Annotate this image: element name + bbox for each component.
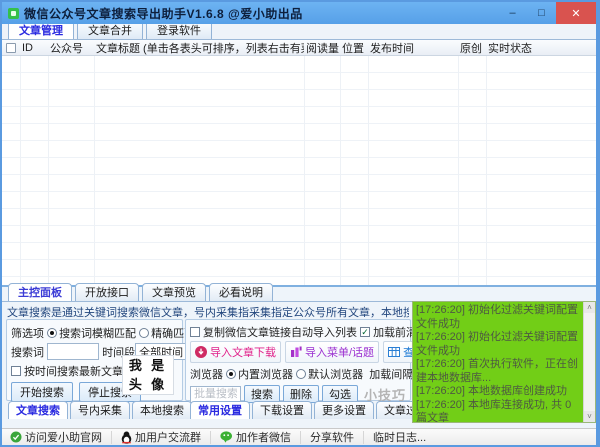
- share-software-link[interactable]: 分享软件: [301, 430, 364, 444]
- column-title[interactable]: 文章标题 (单击各表头可排序，列表右击有菜单): [94, 40, 304, 56]
- log-line: [17:26:20] 初始化过滤关键词配置文件成功: [416, 331, 578, 357]
- article-table-header: ID 公众号 文章标题 (单击各表头可排序，列表右击有菜单) 阅读量 位置 发布…: [2, 40, 596, 56]
- download-icon: [195, 346, 207, 358]
- log-lines: [17:26:20] 初始化过滤关键词配置文件成功 [17:26:20] 初始化…: [413, 302, 583, 422]
- status-bar: 访问爱小助官网 加用户交流群 加作者微信 分享软件 临时日志...: [2, 428, 596, 445]
- window-title: 微信公众号文章搜索导出助手V1.6.8 @爱小助出品: [24, 6, 303, 21]
- clear-before-load-checkbox[interactable]: ✓: [360, 326, 371, 337]
- search-groupbox: 筛选项 搜索词模糊匹配 精确匹配 两者区别 搜索词 时间段 全部时间 ∨ 按时间…: [6, 319, 242, 402]
- builtin-browser-label: 内置浏览器: [238, 368, 294, 381]
- temp-log-button[interactable]: 临时日志...: [364, 431, 435, 444]
- column-publish-time[interactable]: 发布时间: [368, 40, 458, 56]
- log-line: [17:26:20] 本地数据库创建成功: [416, 385, 567, 397]
- titlebar: 微信公众号文章搜索导出助手V1.6.8 @爱小助出品 – □ ✕: [2, 2, 596, 24]
- check-circle-icon: [10, 431, 22, 443]
- maximize-button[interactable]: □: [527, 2, 556, 24]
- column-account[interactable]: 公众号: [48, 40, 94, 56]
- tab-article-merge[interactable]: 文章合并: [77, 24, 143, 39]
- tab-article-preview[interactable]: 文章预览: [142, 283, 206, 301]
- select-all-checkbox[interactable]: [6, 42, 16, 53]
- scroll-down-icon[interactable]: ˅: [584, 411, 595, 422]
- menu-topic-icon: [290, 346, 302, 358]
- tab-local-search[interactable]: 本地搜索: [132, 401, 192, 419]
- search-mode-tab-bar: 文章搜索 号内采集 本地搜索: [8, 401, 194, 419]
- tab-download-settings[interactable]: 下载设置: [252, 401, 312, 419]
- auto-import-checkbox[interactable]: [190, 326, 200, 337]
- panel-description: 文章搜索是通过关键词搜索微信文章，号内采集指采集指定公众号所有文章，本地搜索指从…: [7, 307, 409, 319]
- column-position[interactable]: 位置: [340, 40, 368, 56]
- log-line: [17:26:20] 初始化过滤关键词配置文件成功: [416, 304, 578, 330]
- tab-main-panel[interactable]: 主控面板: [8, 283, 72, 301]
- avatar[interactable]: 我 是 头 像: [122, 355, 174, 395]
- auto-import-label: 复制微信文章链接自动导入列表: [203, 326, 357, 339]
- visit-website-link[interactable]: 访问爱小助官网: [8, 430, 112, 444]
- tab-open-api[interactable]: 开放接口: [75, 283, 139, 301]
- wechat-icon: [220, 431, 233, 443]
- column-reads[interactable]: 阅读量: [304, 40, 340, 56]
- minimize-button[interactable]: –: [498, 2, 527, 24]
- search-by-time-checkbox[interactable]: [11, 365, 21, 376]
- app-icon: [8, 7, 19, 19]
- keyword-input[interactable]: [47, 343, 100, 360]
- article-table-body: [2, 56, 596, 285]
- exact-match-radio[interactable]: [139, 327, 150, 338]
- panel-tab-bar: 主控面板 开放接口 文章预览 必看说明: [2, 283, 596, 302]
- app-window: 微信公众号文章搜索导出助手V1.6.8 @爱小助出品 – □ ✕ 文章管理 文章…: [0, 0, 600, 447]
- import-article-download-button[interactable]: 导入文章下载: [190, 341, 281, 363]
- tab-article-manage[interactable]: 文章管理: [8, 24, 74, 39]
- fuzzy-match-label: 搜索词模糊匹配: [59, 327, 137, 340]
- log-line: [17:26:20] 首次执行软件，正在创建本地数据库...: [416, 358, 578, 384]
- fuzzy-match-radio[interactable]: [47, 327, 58, 338]
- start-search-button[interactable]: 开始搜索: [11, 382, 73, 402]
- qq-penguin-icon: [121, 431, 132, 444]
- log-line: [17:26:20] 本地库连接成功, 共 0 篇文章: [416, 398, 572, 423]
- scroll-up-icon[interactable]: ˄: [584, 302, 595, 313]
- default-browser-radio[interactable]: [296, 368, 307, 379]
- add-author-wechat-link[interactable]: 加作者微信: [211, 430, 301, 444]
- column-id[interactable]: ID: [20, 42, 48, 54]
- settings-groupbox: 复制微信文章链接自动导入列表 ✓ 加载前清空列表 导入文章下载 导入菜单/话题 …: [185, 319, 475, 403]
- log-scrollbar[interactable]: ˄ ˅: [583, 302, 595, 422]
- log-panel: [17:26:20] 初始化过滤关键词配置文件成功 [17:26:20] 初始化…: [412, 301, 596, 423]
- import-menu-topic-button[interactable]: 导入菜单/话题: [285, 341, 380, 363]
- tab-more-settings[interactable]: 更多设置: [314, 401, 374, 419]
- search-by-time-label: 按时间搜索最新文章: [24, 365, 123, 378]
- browser-label: 浏览器: [190, 368, 223, 381]
- tab-common-settings[interactable]: 常用设置: [190, 401, 250, 419]
- close-button[interactable]: ✕: [556, 2, 596, 24]
- batch-input[interactable]: [190, 385, 241, 403]
- column-status[interactable]: 实时状态: [486, 40, 596, 56]
- join-qq-group-link[interactable]: 加用户交流群: [112, 430, 211, 444]
- control-section: 主控面板 开放接口 文章预览 必看说明 文章搜索是通过关键词搜索微信文章，号内采…: [2, 283, 596, 428]
- column-original[interactable]: 原创: [458, 40, 486, 56]
- tab-must-read[interactable]: 必看说明: [209, 283, 273, 301]
- builtin-browser-radio[interactable]: [226, 368, 237, 379]
- filter-label: 筛选项: [11, 327, 44, 340]
- tab-account-collect[interactable]: 号内采集: [70, 401, 130, 419]
- main-tab-bar: 文章管理 文章合并 登录软件: [2, 24, 596, 40]
- tutorial-grid-icon: [388, 346, 401, 358]
- default-browser-label: 默认浏览器: [308, 368, 364, 381]
- tab-article-search[interactable]: 文章搜索: [8, 401, 68, 419]
- tab-login-software[interactable]: 登录软件: [146, 24, 212, 39]
- keyword-label: 搜索词: [11, 346, 44, 359]
